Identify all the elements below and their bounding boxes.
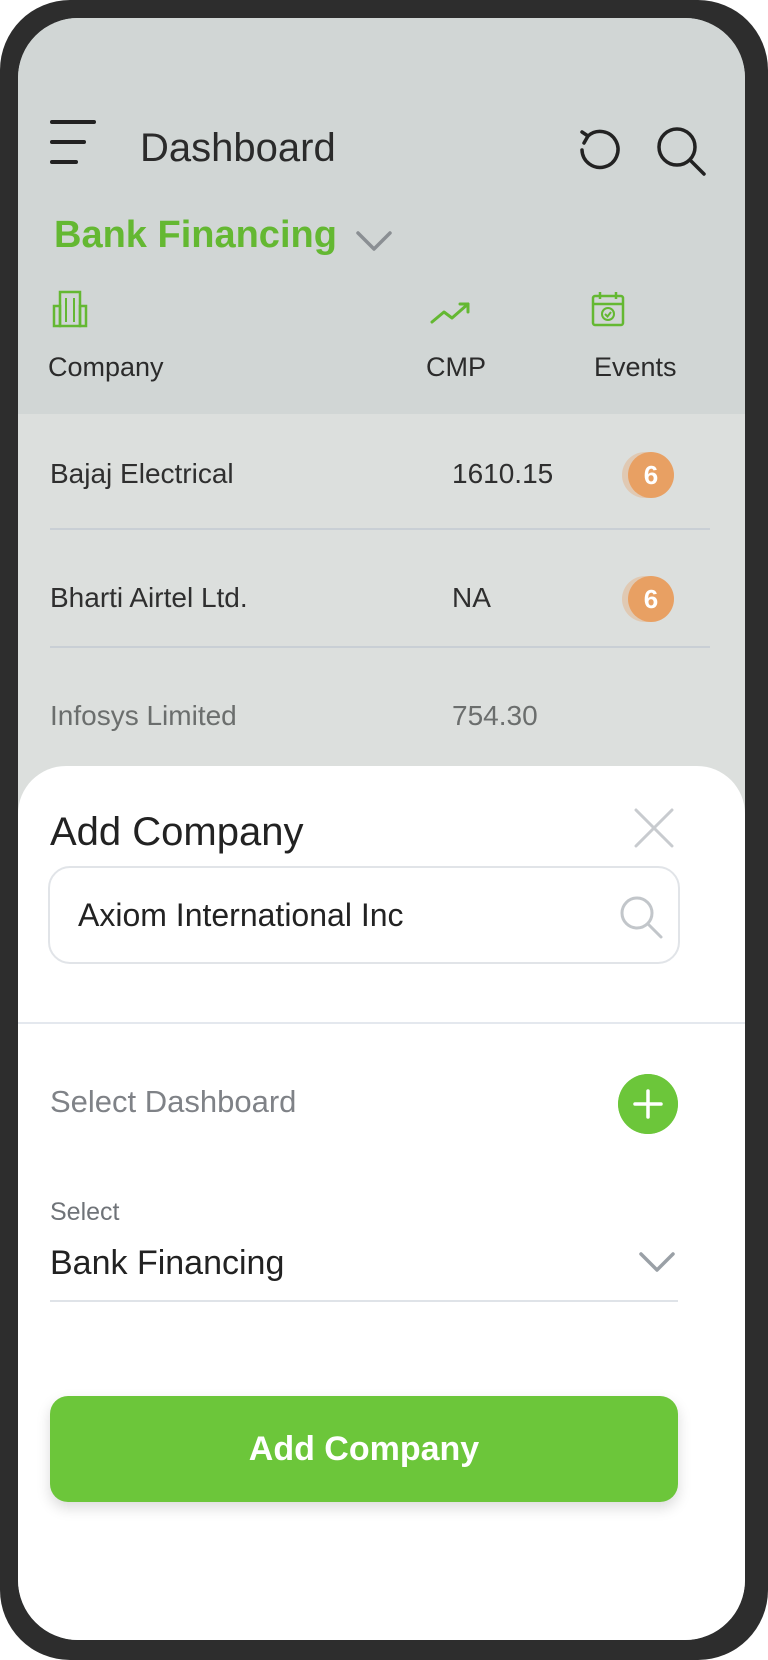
column-header-company[interactable]: Company: [48, 352, 164, 383]
column-header-cmp[interactable]: CMP: [426, 352, 486, 383]
dashboard-selector[interactable]: Bank Financing: [54, 214, 393, 257]
menu-icon[interactable]: [50, 108, 98, 168]
company-search-input[interactable]: [76, 888, 580, 942]
row-divider: [50, 646, 710, 648]
select-caption: Select: [50, 1198, 120, 1226]
building-icon: [52, 290, 88, 328]
add-dashboard-button[interactable]: [618, 1074, 678, 1134]
trend-up-icon: [430, 302, 470, 324]
table-row[interactable]: Infosys Limited 754.30: [50, 656, 710, 780]
company-list: Bajaj Electrical 1610.15 6 Bharti Airtel…: [18, 414, 745, 814]
dashboard-name: Bank Financing: [54, 214, 337, 256]
divider: [18, 1022, 745, 1024]
page-title: Dashboard: [140, 126, 336, 170]
screen: Dashboard Bank Financing Company CMP Eve…: [18, 18, 745, 1640]
sheet-title: Add Company: [50, 810, 304, 854]
calendar-icon: [591, 292, 625, 327]
column-header-events[interactable]: Events: [594, 352, 677, 383]
cmp-value: 1610.15: [452, 458, 554, 489]
row-divider: [50, 528, 710, 530]
search-icon[interactable]: [654, 124, 708, 178]
refresh-icon[interactable]: [574, 126, 622, 174]
close-icon[interactable]: [632, 806, 676, 850]
cmp-value: NA: [452, 582, 491, 613]
table-row[interactable]: Bharti Airtel Ltd. NA 6: [50, 538, 710, 662]
table-row[interactable]: Bajaj Electrical 1610.15 6: [50, 414, 710, 538]
add-company-button[interactable]: Add Company: [50, 1396, 678, 1502]
search-icon[interactable]: [618, 894, 664, 940]
phone-frame: Dashboard Bank Financing Company CMP Eve…: [0, 0, 768, 1660]
chevron-down-icon[interactable]: [638, 1250, 676, 1274]
add-company-sheet: Add Company Select Dashboard: [18, 766, 745, 1640]
header: Dashboard Bank Financing Company CMP Eve…: [18, 18, 745, 414]
company-name: Infosys Limited: [50, 700, 237, 731]
company-name: Bharti Airtel Ltd.: [50, 582, 248, 613]
select-dashboard-label: Select Dashboard: [50, 1084, 297, 1119]
company-search-field[interactable]: [48, 866, 680, 964]
company-name: Bajaj Electrical: [50, 458, 234, 489]
cmp-value: 754.30: [452, 700, 538, 731]
events-badge[interactable]: 6: [628, 576, 674, 622]
chevron-down-icon: [356, 230, 392, 251]
dashboard-select[interactable]: Bank Financing: [50, 1244, 284, 1283]
select-underline: [50, 1300, 678, 1302]
events-badge[interactable]: 6: [628, 452, 674, 498]
